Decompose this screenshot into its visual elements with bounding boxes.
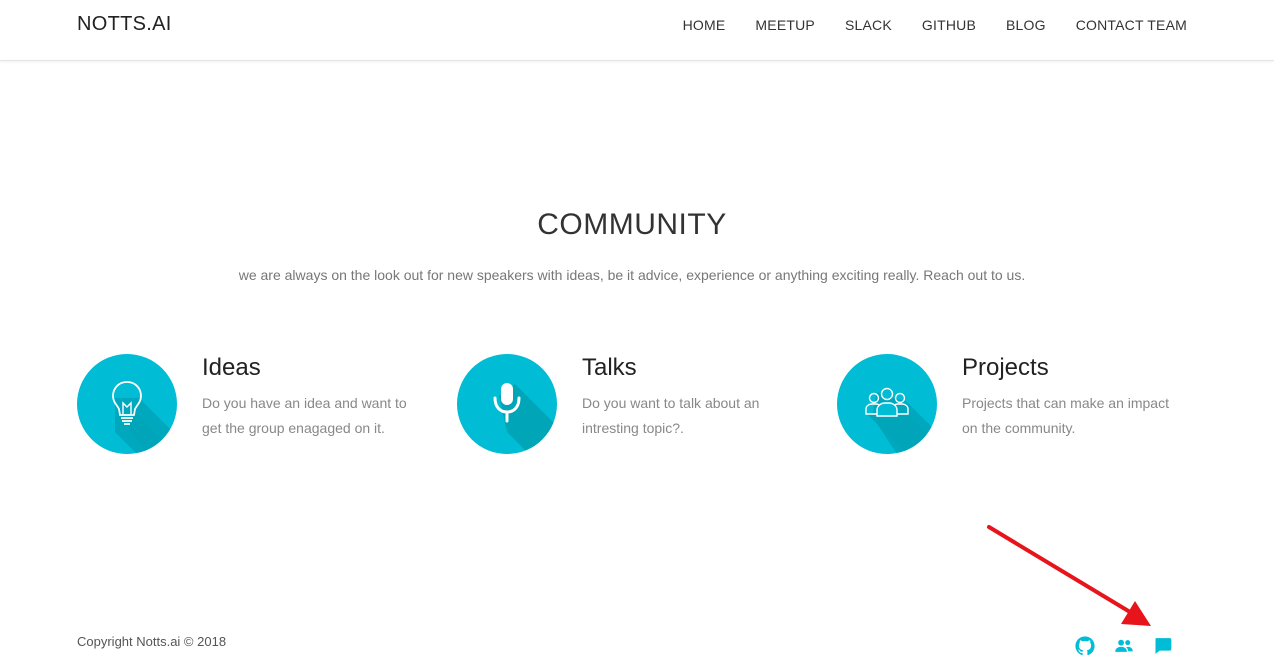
github-link[interactable] [1075,636,1095,656]
nav-item-github: GITHUB [922,17,976,35]
nav-link-slack[interactable]: SLACK [845,17,892,33]
page: NOTTS.AI HOME MEETUP SLACK GITHUB BLOG C… [0,0,1274,672]
lightbulb-icon [77,354,177,454]
feature-description: Projects that can make an impact on the … [962,395,1169,436]
feature-title: Ideas [202,354,261,381]
footer-social-links [1075,636,1173,656]
chat-link[interactable] [1153,636,1173,656]
people-icon [1115,639,1133,652]
nav-item-home: HOME [683,17,726,35]
feature-talks: Talks Do you want to talk about an intre… [457,354,797,464]
feature-title: Projects [962,354,1049,381]
nav-item-slack: SLACK [845,17,892,35]
top-navbar: NOTTS.AI HOME MEETUP SLACK GITHUB BLOG C… [0,0,1274,61]
footer-copyright: Copyright Notts.ai © 2018 [77,634,227,649]
feature-description: Do you want to talk about an intresting … [582,395,760,436]
nav-item-contact-team: CONTACT TEAM [1076,17,1187,35]
meetup-link[interactable] [1114,636,1134,656]
chat-icon [1155,638,1172,654]
feature-description: Do you have an idea and want to get the … [202,395,407,436]
feature-title: Talks [582,354,637,381]
nav-menu: HOME MEETUP SLACK GITHUB BLOG CONTACT TE… [683,17,1187,35]
community-title: COMMUNITY [537,208,727,241]
brand-logo[interactable]: NOTTS.AI [77,13,172,36]
nav-link-blog[interactable]: BLOG [1006,17,1046,33]
github-icon [1075,636,1095,656]
nav-link-github[interactable]: GITHUB [922,17,976,33]
nav-link-meetup[interactable]: MEETUP [755,17,815,33]
annotation-arrow [987,525,1151,626]
nav-link-contact-team[interactable]: CONTACT TEAM [1076,17,1187,33]
feature-ideas: Ideas Do you have an idea and want to ge… [77,354,417,464]
nav-link-home[interactable]: HOME [683,17,726,33]
microphone-icon [457,354,557,454]
nav-item-blog: BLOG [1006,17,1046,35]
group-icon [837,354,937,454]
community-subtitle: we are always on the look out for new sp… [238,267,1026,283]
feature-projects: Projects Projects that can make an impac… [837,354,1177,464]
nav-item-meetup: MEETUP [755,17,815,35]
